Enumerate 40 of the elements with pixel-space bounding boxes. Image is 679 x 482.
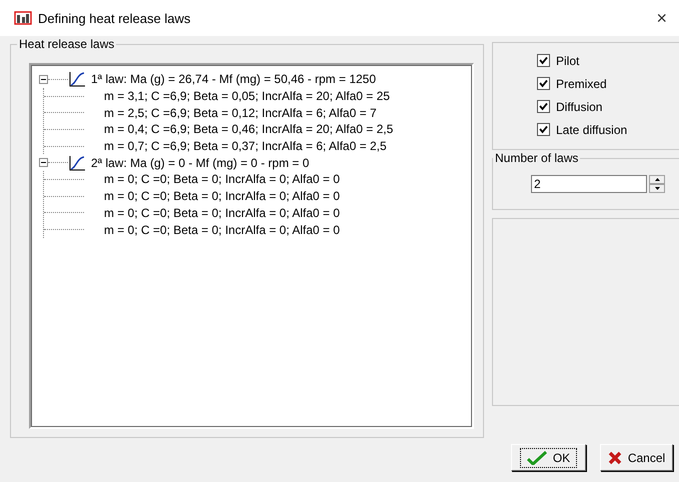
phase-parameters[interactable]: m = 0,7; C =6,9; Beta = 0,37; IncrAlfa = 6; Alfa0 = 2,5 xyxy=(104,139,387,154)
cross-icon xyxy=(608,450,622,464)
up-arrow-icon xyxy=(654,178,660,181)
checkbox-label[interactable]: Diffusion xyxy=(556,100,602,114)
laws-count-field[interactable]: 2 xyxy=(531,175,647,193)
checkbox[interactable] xyxy=(537,100,550,113)
curve-icon xyxy=(68,154,86,171)
checkbox[interactable] xyxy=(537,123,550,136)
phase-parameters[interactable]: m = 0; C =0; Beta = 0; IncrAlfa = 0; Alfa0 = 0 xyxy=(104,189,340,204)
checkbox[interactable] xyxy=(537,77,550,90)
phase-parameters[interactable]: m = 0; C =0; Beta = 0; IncrAlfa = 0; Alfa0 = 0 xyxy=(104,172,340,186)
phase-parameters[interactable]: m = 0,4; C =6,9; Beta = 0,46; IncrAlfa = 20; Alfa0 = 2,5 xyxy=(104,122,394,136)
cancel-button[interactable]: Cancel xyxy=(600,444,673,471)
window-title: Defining heat release laws xyxy=(38,10,192,26)
group-title: Number of laws xyxy=(493,151,580,165)
phase-parameters[interactable]: m = 0; C =0; Beta = 0; IncrAlfa = 0; Alfa0 = 0 xyxy=(104,222,340,237)
curve-icon xyxy=(68,71,86,88)
app-icon xyxy=(14,10,32,26)
check-mark-icon xyxy=(539,56,548,65)
checkbox-label[interactable]: Pilot xyxy=(556,54,580,68)
spin-down-button[interactable] xyxy=(649,184,665,193)
collapse-icon[interactable] xyxy=(39,74,48,84)
phase-parameters[interactable]: m = 0; C =0; Beta = 0; IncrAlfa = 0; Alfa0 = 0 xyxy=(104,206,340,220)
down-arrow-icon xyxy=(654,187,660,190)
phase-parameters[interactable]: m = 2,5; C =6,9; Beta = 0,12; IncrAlfa = 6; Alfa0 = 7 xyxy=(104,106,377,120)
check-mark-icon xyxy=(539,79,548,88)
group-title: Heat release laws xyxy=(17,37,116,51)
phase-parameters[interactable]: m = 3,1; C =6,9; Beta = 0,05; IncrAlfa = 20; Alfa0 = 25 xyxy=(104,89,390,104)
checkbox[interactable] xyxy=(537,54,550,67)
collapse-icon[interactable] xyxy=(39,158,48,168)
check-icon xyxy=(526,450,547,464)
checkbox-label[interactable]: Late diffusion xyxy=(556,122,628,136)
check-mark-icon xyxy=(539,125,548,134)
spin-up-button[interactable] xyxy=(649,175,665,184)
close-button[interactable]: × xyxy=(652,8,671,28)
law-label[interactable]: 2ª law: Ma (g) = 0 - Mf (mg) = 0 - rpm = 0 xyxy=(91,156,310,170)
check-mark-icon xyxy=(539,102,548,111)
checkbox-label[interactable]: Premixed xyxy=(556,76,607,90)
ok-button[interactable]: OK xyxy=(511,444,586,471)
law-label[interactable]: 1ª law: Ma (g) = 26,74 - Mf (mg) = 50,46 - rpm = 1250 xyxy=(91,72,376,86)
